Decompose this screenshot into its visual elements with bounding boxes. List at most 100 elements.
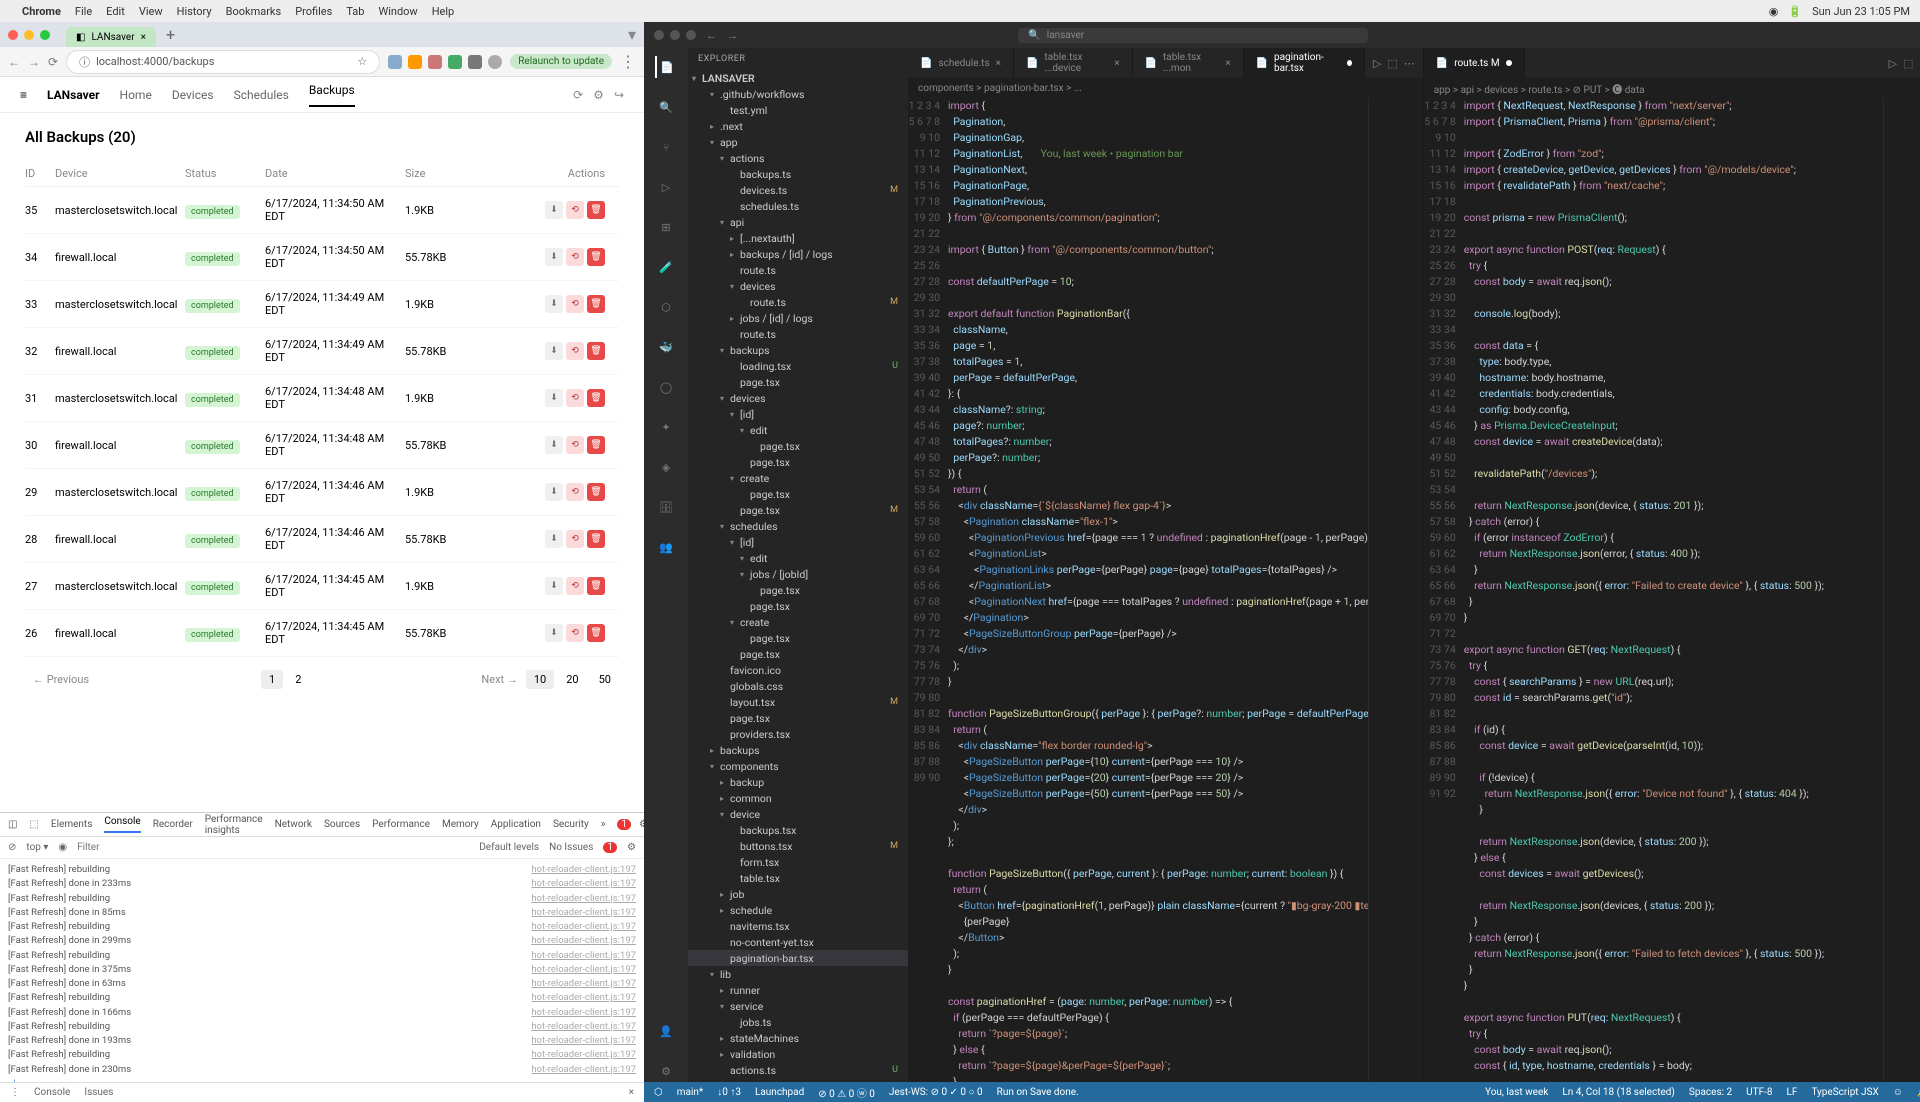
console-source-link[interactable]: hot-reloader-client.js:197 bbox=[531, 934, 636, 948]
clock[interactable]: Sun Jun 23 1:05 PM bbox=[1812, 5, 1910, 18]
pagesize-10[interactable]: 10 bbox=[526, 670, 554, 689]
tree-file[interactable]: loading.tsxU bbox=[688, 358, 908, 374]
drawer-console[interactable]: Console bbox=[34, 1087, 70, 1098]
cell-device[interactable]: firewall.local bbox=[55, 627, 185, 640]
delete-button[interactable]: 🗑 bbox=[587, 201, 605, 219]
tree-folder[interactable]: ▾api bbox=[688, 214, 908, 230]
tree-folder[interactable]: ▾[id] bbox=[688, 534, 908, 550]
macos-app-name[interactable]: Chrome bbox=[22, 5, 61, 18]
tree-file[interactable]: route.ts bbox=[688, 262, 908, 278]
console-source-link[interactable]: hot-reloader-client.js:197 bbox=[531, 1034, 636, 1048]
tree-file[interactable]: table.tsx bbox=[688, 870, 908, 886]
tree-folder[interactable]: ▸job bbox=[688, 886, 908, 902]
tree-folder[interactable]: ▾app bbox=[688, 134, 908, 150]
tree-folder[interactable]: ▸backup bbox=[688, 774, 908, 790]
tree-file[interactable]: jobs.ts bbox=[688, 1014, 908, 1030]
cell-device[interactable]: masterclosetswitch.local bbox=[55, 486, 185, 499]
tree-folder[interactable]: ▾actions bbox=[688, 150, 908, 166]
restore-button[interactable]: ⟲ bbox=[566, 530, 584, 548]
dt-tab-application[interactable]: Application bbox=[491, 819, 541, 830]
tree-folder[interactable]: ▾edit bbox=[688, 550, 908, 566]
next-page-link[interactable]: Next → bbox=[473, 669, 525, 690]
status-blame[interactable]: You, last week bbox=[1485, 1087, 1548, 1098]
clear-console-icon[interactable]: ⊘ bbox=[8, 842, 16, 853]
dt-tab-sources[interactable]: Sources bbox=[324, 819, 360, 830]
menu-bookmarks[interactable]: Bookmarks bbox=[226, 5, 282, 18]
test-icon[interactable]: 🧪 bbox=[655, 256, 677, 278]
delete-button[interactable]: 🗑 bbox=[587, 295, 605, 313]
reload-button[interactable]: ⟳ bbox=[48, 55, 58, 69]
status-jest[interactable]: Jest-WS: ⊘ 0 ✓ 0 ○ 0 bbox=[889, 1087, 983, 1098]
logout-icon[interactable]: ↪ bbox=[614, 88, 624, 102]
cell-device[interactable]: masterclosetswitch.local bbox=[55, 298, 185, 311]
download-button[interactable]: ⬇ bbox=[545, 201, 563, 219]
download-button[interactable]: ⬇ bbox=[545, 389, 563, 407]
vscode-window-controls[interactable] bbox=[654, 30, 696, 40]
dt-tab-memory[interactable]: Memory bbox=[442, 819, 479, 830]
docker-icon[interactable]: 🐳 bbox=[655, 336, 677, 358]
project-root[interactable]: ▾LANSAVER bbox=[688, 70, 908, 86]
console-source-link[interactable]: hot-reloader-client.js:197 bbox=[531, 991, 636, 1005]
inspect-icon[interactable]: ◫ bbox=[8, 819, 17, 830]
status-encoding[interactable]: UTF-8 bbox=[1746, 1087, 1772, 1098]
nav-back-icon[interactable]: ← bbox=[706, 29, 717, 42]
delete-button[interactable]: 🗑 bbox=[587, 577, 605, 595]
console-source-link[interactable]: hot-reloader-client.js:197 bbox=[531, 1020, 636, 1034]
status-sync[interactable]: ↓0 ↑3 bbox=[717, 1087, 741, 1098]
dt-tabs-overflow-icon[interactable]: » bbox=[601, 819, 606, 830]
liveshare-icon[interactable]: 👥 bbox=[655, 536, 677, 558]
download-button[interactable]: ⬇ bbox=[545, 577, 563, 595]
download-button[interactable]: ⬇ bbox=[545, 624, 563, 642]
tree-file[interactable]: page.tsx bbox=[688, 374, 908, 390]
tree-file[interactable]: page.tsx bbox=[688, 486, 908, 502]
pagesize-20[interactable]: 20 bbox=[558, 670, 586, 689]
status-problems[interactable]: ⊘ 0 ⚠ 0 ⓦ 0 bbox=[818, 1085, 875, 1100]
cell-device[interactable]: masterclosetswitch.local bbox=[55, 392, 185, 405]
menu-history[interactable]: History bbox=[177, 5, 212, 18]
console-source-link[interactable]: hot-reloader-client.js:197 bbox=[531, 1063, 636, 1077]
tree-file[interactable]: buttons.tsxM bbox=[688, 838, 908, 854]
browser-tab[interactable]: ◧ LANsaver × bbox=[66, 27, 156, 47]
ext-icon[interactable] bbox=[388, 55, 402, 69]
run-icon[interactable]: ▷ bbox=[1373, 57, 1381, 70]
tree-file[interactable]: page.tsx bbox=[688, 710, 908, 726]
close-tab-icon[interactable]: × bbox=[1225, 58, 1230, 69]
device-mode-icon[interactable]: ⬚ bbox=[29, 819, 38, 830]
editor-tab[interactable]: 📄table.tsx ...device× bbox=[1014, 48, 1133, 78]
ext-icon[interactable] bbox=[428, 55, 442, 69]
col-size[interactable]: Size bbox=[405, 167, 505, 180]
tree-folder[interactable]: ▾service bbox=[688, 998, 908, 1014]
download-button[interactable]: ⬇ bbox=[545, 436, 563, 454]
tree-file[interactable]: pagination-bar.tsx bbox=[688, 950, 908, 966]
explorer-icon[interactable]: 📄 bbox=[655, 56, 677, 78]
tree-folder[interactable]: ▸schedule bbox=[688, 902, 908, 918]
editor-tab[interactable]: 📄schedule.ts× bbox=[908, 48, 1014, 78]
tree-file[interactable]: navitems.tsx bbox=[688, 918, 908, 934]
database-icon[interactable]: 🗄 bbox=[655, 496, 677, 518]
tree-folder[interactable]: ▸stateMachines bbox=[688, 1030, 908, 1046]
tree-folder[interactable]: ▸backups / [id] / logs bbox=[688, 246, 908, 262]
minimap-right[interactable] bbox=[1883, 98, 1920, 1082]
cell-device[interactable]: firewall.local bbox=[55, 251, 185, 264]
delete-button[interactable]: 🗑 bbox=[587, 624, 605, 642]
tab-dropdown-icon[interactable]: ▾ bbox=[628, 25, 636, 44]
extensions-icon[interactable]: ⊞ bbox=[655, 216, 677, 238]
tree-file[interactable]: page.tsx bbox=[688, 582, 908, 598]
restore-button[interactable]: ⟲ bbox=[566, 577, 584, 595]
nav-schedules[interactable]: Schedules bbox=[234, 88, 289, 102]
col-id[interactable]: ID bbox=[25, 167, 55, 180]
tree-file[interactable]: backups.tsx bbox=[688, 822, 908, 838]
menu-profiles[interactable]: Profiles bbox=[295, 5, 332, 18]
console-source-link[interactable]: hot-reloader-client.js:197 bbox=[531, 877, 636, 891]
page-2[interactable]: 2 bbox=[287, 670, 309, 689]
close-tab-icon[interactable]: × bbox=[1114, 58, 1119, 69]
delete-button[interactable]: 🗑 bbox=[587, 342, 605, 360]
tree-folder[interactable]: ▸[...nextauth] bbox=[688, 230, 908, 246]
col-device[interactable]: Device bbox=[55, 167, 185, 180]
ext-icon[interactable] bbox=[408, 55, 422, 69]
profile-avatar-icon[interactable] bbox=[488, 55, 502, 69]
drawer-issues[interactable]: Issues bbox=[84, 1087, 113, 1098]
cell-device[interactable]: firewall.local bbox=[55, 533, 185, 546]
search-activity-icon[interactable]: 🔍 bbox=[655, 96, 677, 118]
settings-gear-icon[interactable]: ⚙ bbox=[655, 1060, 677, 1082]
